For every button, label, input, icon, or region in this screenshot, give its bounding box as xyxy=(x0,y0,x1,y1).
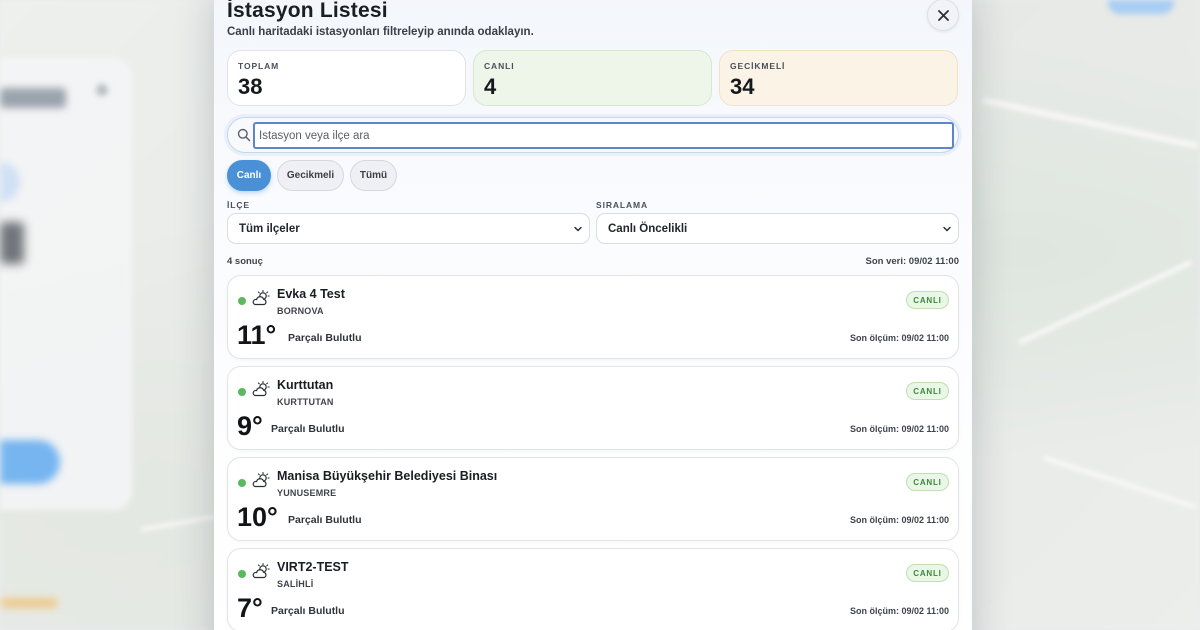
station-condition: Parçalı Bulutlu xyxy=(271,423,345,435)
station-last-measure: Son ölçüm: 09/02 11:00 xyxy=(849,606,949,616)
stat-value: 34 xyxy=(730,74,755,99)
district-selected-value: Tüm ilçeler xyxy=(239,222,300,235)
sorting-label: SIRALAMA xyxy=(596,200,649,210)
modal-title: İstasyon Listesi xyxy=(227,0,388,22)
result-count: 4 sonuç xyxy=(227,256,263,267)
chevron-down-icon xyxy=(943,226,951,232)
live-status-dot xyxy=(238,570,246,578)
filter-all-chip[interactable]: Tümü xyxy=(350,160,397,191)
station-temperature: 9° xyxy=(237,411,263,441)
filter-live-chip[interactable]: Canlı xyxy=(227,160,271,191)
station-last-measure: Son ölçüm: 09/02 11:00 xyxy=(849,333,949,343)
station-temperature: 11° xyxy=(237,320,277,350)
station-district: BORNOVA xyxy=(277,306,324,316)
station-district: YUNUSEMRE xyxy=(277,488,337,498)
status-badge: CANLI xyxy=(906,564,949,582)
background-top-button xyxy=(1108,0,1174,14)
status-badge: CANLI xyxy=(906,382,949,400)
background-panel-title xyxy=(0,88,66,108)
live-status-dot xyxy=(238,388,246,396)
status-badge: CANLI xyxy=(906,473,949,491)
station-list-modal: İstasyon Listesi Canlı haritadaki istasy… xyxy=(214,0,972,630)
partly-cloudy-icon xyxy=(252,563,270,579)
search-input[interactable] xyxy=(253,122,954,149)
stat-label: GECİKMELİ xyxy=(730,61,786,71)
background-temperature xyxy=(0,222,24,264)
background-legend-bar xyxy=(0,598,58,608)
close-button[interactable] xyxy=(927,0,959,31)
close-icon xyxy=(937,9,949,21)
stat-total-card: TOPLAM 38 xyxy=(227,50,466,106)
status-badge: CANLI xyxy=(906,291,949,309)
district-select[interactable]: Tüm ilçeler xyxy=(227,213,590,244)
station-condition: Parçalı Bulutlu xyxy=(271,605,345,617)
station-name: Evka 4 Test xyxy=(277,287,345,301)
sorting-select[interactable]: Canlı Öncelikli xyxy=(596,213,959,244)
station-last-measure: Son ölçüm: 09/02 11:00 xyxy=(849,424,949,434)
stat-value: 38 xyxy=(238,74,263,99)
partly-cloudy-icon xyxy=(252,290,270,306)
station-name: VIRT2-TEST xyxy=(277,560,349,574)
filter-delayed-chip[interactable]: Gecikmeli xyxy=(277,160,344,191)
background-action-button xyxy=(0,440,60,484)
station-name: Kurttutan xyxy=(277,378,334,392)
live-status-dot xyxy=(238,297,246,305)
district-label: İLÇE xyxy=(227,200,250,210)
station-last-measure: Son ölçüm: 09/02 11:00 xyxy=(849,515,949,525)
station-condition: Parçalı Bulutlu xyxy=(288,514,362,526)
station-condition: Parçalı Bulutlu xyxy=(288,332,362,344)
station-card[interactable]: Kurttutan KURTTUTAN CANLI 9° Parçalı Bul… xyxy=(227,366,959,450)
stat-delayed-card: GECİKMELİ 34 xyxy=(719,50,958,106)
stat-label: TOPLAM xyxy=(238,61,280,71)
station-district: KURTTUTAN xyxy=(277,397,334,407)
modal-subtitle: Canlı haritadaki istasyonları filtreleyi… xyxy=(227,26,534,38)
station-district: SALİHLİ xyxy=(277,579,314,589)
station-card[interactable]: VIRT2-TEST SALİHLİ CANLI 7° Parçalı Bulu… xyxy=(227,548,959,630)
sorting-selected-value: Canlı Öncelikli xyxy=(608,222,688,235)
stat-value: 4 xyxy=(484,74,497,99)
station-card[interactable]: Manisa Büyükşehir Belediyesi Binası YUNU… xyxy=(227,457,959,541)
partly-cloudy-icon xyxy=(252,472,270,488)
live-status-dot xyxy=(238,479,246,487)
stat-label: CANLI xyxy=(484,61,515,71)
chevron-down-icon xyxy=(574,226,582,232)
partly-cloudy-icon xyxy=(252,381,270,397)
background-close-icon xyxy=(96,84,108,96)
station-temperature: 7° xyxy=(237,593,263,623)
station-name: Manisa Büyükşehir Belediyesi Binası xyxy=(277,469,498,483)
stat-live-card: CANLI 4 xyxy=(473,50,712,106)
search-bar xyxy=(227,117,959,153)
station-card[interactable]: Evka 4 Test BORNOVA CANLI 11° Parçalı Bu… xyxy=(227,275,959,359)
station-temperature: 10° xyxy=(237,502,278,532)
search-icon xyxy=(237,128,251,142)
last-data-time: Son veri: 09/02 11:00 xyxy=(865,256,959,267)
